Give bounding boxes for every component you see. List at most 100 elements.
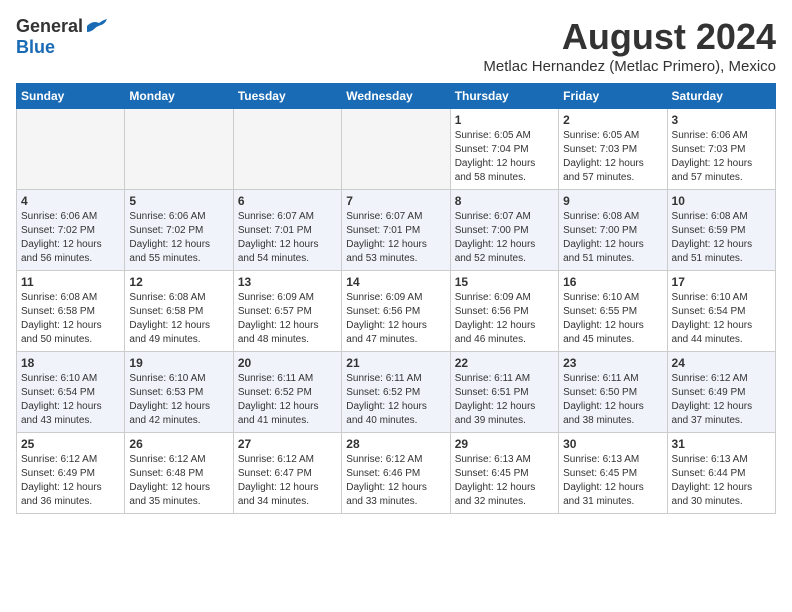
table-row: 17 Sunrise: 6:10 AM Sunset: 6:54 PM Dayl… [667,271,775,352]
day-number: 24 [672,356,771,370]
table-row: 24 Sunrise: 6:12 AM Sunset: 6:49 PM Dayl… [667,352,775,433]
header-monday: Monday [125,84,233,109]
day-number: 30 [563,437,662,451]
day-info: Sunrise: 6:09 AM Sunset: 6:56 PM Dayligh… [455,291,554,347]
day-number: 22 [455,356,554,370]
table-row: 3 Sunrise: 6:06 AM Sunset: 7:03 PM Dayli… [667,109,775,190]
day-number: 8 [455,194,554,208]
day-number: 3 [672,113,771,127]
table-row: 13 Sunrise: 6:09 AM Sunset: 6:57 PM Dayl… [233,271,341,352]
table-row [233,109,341,190]
table-row [342,109,450,190]
calendar-week-row: 4 Sunrise: 6:06 AM Sunset: 7:02 PM Dayli… [17,190,776,271]
day-info: Sunrise: 6:12 AM Sunset: 6:49 PM Dayligh… [21,453,120,509]
day-info: Sunrise: 6:11 AM Sunset: 6:52 PM Dayligh… [238,372,337,428]
logo-general: General [16,16,83,37]
day-number: 31 [672,437,771,451]
table-row: 11 Sunrise: 6:08 AM Sunset: 6:58 PM Dayl… [17,271,125,352]
table-row: 2 Sunrise: 6:05 AM Sunset: 7:03 PM Dayli… [559,109,667,190]
table-row: 16 Sunrise: 6:10 AM Sunset: 6:55 PM Dayl… [559,271,667,352]
day-number: 5 [129,194,228,208]
day-info: Sunrise: 6:08 AM Sunset: 6:59 PM Dayligh… [672,210,771,266]
day-number: 10 [672,194,771,208]
logo-bird-icon [85,18,107,34]
subtitle: Metlac Hernandez (Metlac Primero), Mexic… [483,58,776,75]
table-row: 29 Sunrise: 6:13 AM Sunset: 6:45 PM Dayl… [450,433,558,514]
table-row: 7 Sunrise: 6:07 AM Sunset: 7:01 PM Dayli… [342,190,450,271]
day-info: Sunrise: 6:12 AM Sunset: 6:48 PM Dayligh… [129,453,228,509]
table-row: 10 Sunrise: 6:08 AM Sunset: 6:59 PM Dayl… [667,190,775,271]
day-number: 25 [21,437,120,451]
table-row: 25 Sunrise: 6:12 AM Sunset: 6:49 PM Dayl… [17,433,125,514]
day-number: 9 [563,194,662,208]
day-info: Sunrise: 6:06 AM Sunset: 7:02 PM Dayligh… [21,210,120,266]
day-info: Sunrise: 6:06 AM Sunset: 7:02 PM Dayligh… [129,210,228,266]
table-row: 23 Sunrise: 6:11 AM Sunset: 6:50 PM Dayl… [559,352,667,433]
day-number: 19 [129,356,228,370]
logo: General Blue [16,16,107,58]
day-number: 29 [455,437,554,451]
table-row: 4 Sunrise: 6:06 AM Sunset: 7:02 PM Dayli… [17,190,125,271]
day-info: Sunrise: 6:05 AM Sunset: 7:04 PM Dayligh… [455,129,554,185]
table-row: 5 Sunrise: 6:06 AM Sunset: 7:02 PM Dayli… [125,190,233,271]
calendar-header-row: Sunday Monday Tuesday Wednesday Thursday… [17,84,776,109]
day-number: 20 [238,356,337,370]
table-row: 18 Sunrise: 6:10 AM Sunset: 6:54 PM Dayl… [17,352,125,433]
header-saturday: Saturday [667,84,775,109]
header-tuesday: Tuesday [233,84,341,109]
day-info: Sunrise: 6:12 AM Sunset: 6:49 PM Dayligh… [672,372,771,428]
day-number: 23 [563,356,662,370]
day-info: Sunrise: 6:09 AM Sunset: 6:57 PM Dayligh… [238,291,337,347]
day-info: Sunrise: 6:12 AM Sunset: 6:47 PM Dayligh… [238,453,337,509]
header-friday: Friday [559,84,667,109]
day-info: Sunrise: 6:06 AM Sunset: 7:03 PM Dayligh… [672,129,771,185]
day-number: 28 [346,437,445,451]
day-info: Sunrise: 6:11 AM Sunset: 6:51 PM Dayligh… [455,372,554,428]
calendar-week-row: 1 Sunrise: 6:05 AM Sunset: 7:04 PM Dayli… [17,109,776,190]
header-thursday: Thursday [450,84,558,109]
main-title: August 2024 [483,16,776,58]
day-info: Sunrise: 6:07 AM Sunset: 7:01 PM Dayligh… [238,210,337,266]
table-row: 8 Sunrise: 6:07 AM Sunset: 7:00 PM Dayli… [450,190,558,271]
day-info: Sunrise: 6:10 AM Sunset: 6:54 PM Dayligh… [672,291,771,347]
day-number: 11 [21,275,120,289]
day-info: Sunrise: 6:11 AM Sunset: 6:52 PM Dayligh… [346,372,445,428]
day-number: 15 [455,275,554,289]
day-info: Sunrise: 6:08 AM Sunset: 6:58 PM Dayligh… [21,291,120,347]
day-number: 27 [238,437,337,451]
table-row: 1 Sunrise: 6:05 AM Sunset: 7:04 PM Dayli… [450,109,558,190]
table-row: 19 Sunrise: 6:10 AM Sunset: 6:53 PM Dayl… [125,352,233,433]
day-info: Sunrise: 6:12 AM Sunset: 6:46 PM Dayligh… [346,453,445,509]
day-info: Sunrise: 6:07 AM Sunset: 7:01 PM Dayligh… [346,210,445,266]
header-wednesday: Wednesday [342,84,450,109]
day-number: 17 [672,275,771,289]
day-info: Sunrise: 6:08 AM Sunset: 7:00 PM Dayligh… [563,210,662,266]
calendar-week-row: 11 Sunrise: 6:08 AM Sunset: 6:58 PM Dayl… [17,271,776,352]
calendar-week-row: 25 Sunrise: 6:12 AM Sunset: 6:49 PM Dayl… [17,433,776,514]
day-number: 16 [563,275,662,289]
table-row [17,109,125,190]
table-row: 15 Sunrise: 6:09 AM Sunset: 6:56 PM Dayl… [450,271,558,352]
table-row: 30 Sunrise: 6:13 AM Sunset: 6:45 PM Dayl… [559,433,667,514]
day-info: Sunrise: 6:07 AM Sunset: 7:00 PM Dayligh… [455,210,554,266]
calendar-week-row: 18 Sunrise: 6:10 AM Sunset: 6:54 PM Dayl… [17,352,776,433]
page-header: General Blue August 2024 Metlac Hernande… [16,16,776,75]
day-info: Sunrise: 6:11 AM Sunset: 6:50 PM Dayligh… [563,372,662,428]
day-info: Sunrise: 6:13 AM Sunset: 6:44 PM Dayligh… [672,453,771,509]
day-info: Sunrise: 6:13 AM Sunset: 6:45 PM Dayligh… [563,453,662,509]
table-row: 26 Sunrise: 6:12 AM Sunset: 6:48 PM Dayl… [125,433,233,514]
day-info: Sunrise: 6:13 AM Sunset: 6:45 PM Dayligh… [455,453,554,509]
day-info: Sunrise: 6:10 AM Sunset: 6:54 PM Dayligh… [21,372,120,428]
table-row: 21 Sunrise: 6:11 AM Sunset: 6:52 PM Dayl… [342,352,450,433]
day-info: Sunrise: 6:08 AM Sunset: 6:58 PM Dayligh… [129,291,228,347]
table-row: 6 Sunrise: 6:07 AM Sunset: 7:01 PM Dayli… [233,190,341,271]
logo-blue: Blue [16,37,55,58]
table-row: 28 Sunrise: 6:12 AM Sunset: 6:46 PM Dayl… [342,433,450,514]
table-row: 20 Sunrise: 6:11 AM Sunset: 6:52 PM Dayl… [233,352,341,433]
day-number: 7 [346,194,445,208]
day-number: 6 [238,194,337,208]
day-number: 13 [238,275,337,289]
day-info: Sunrise: 6:09 AM Sunset: 6:56 PM Dayligh… [346,291,445,347]
table-row: 9 Sunrise: 6:08 AM Sunset: 7:00 PM Dayli… [559,190,667,271]
day-info: Sunrise: 6:10 AM Sunset: 6:55 PM Dayligh… [563,291,662,347]
